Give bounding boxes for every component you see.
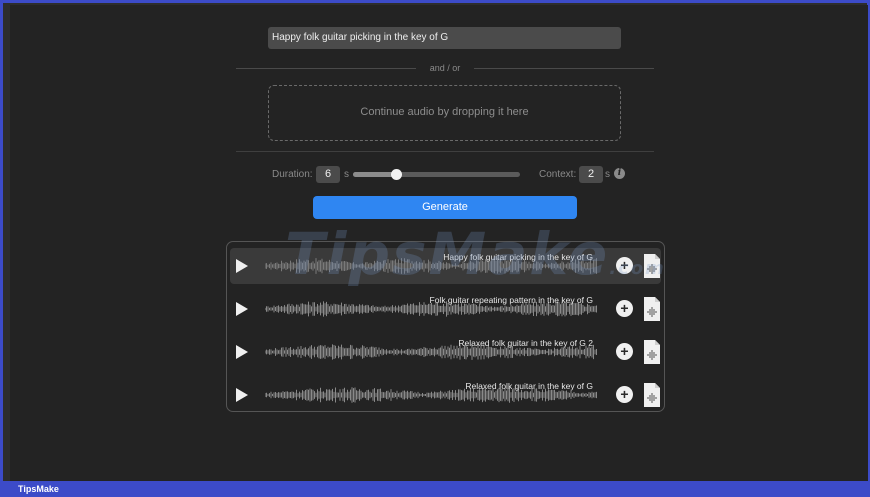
result-title: Relaxed folk guitar in the key of G 2: [458, 338, 593, 348]
duration-slider[interactable]: [353, 169, 520, 180]
audio-file-icon[interactable]: [643, 339, 661, 365]
audio-file-icon[interactable]: [643, 382, 661, 408]
audio-dropzone[interactable]: Continue audio by dropping it here: [268, 85, 621, 141]
or-divider: and / or: [236, 61, 654, 75]
result-row[interactable]: Relaxed folk guitar in the key of G +: [230, 377, 661, 413]
plus-circle-icon[interactable]: +: [616, 343, 633, 360]
duration-value-field[interactable]: 6: [316, 166, 340, 183]
info-icon[interactable]: i: [614, 168, 625, 179]
plus-circle-icon[interactable]: +: [616, 300, 633, 317]
divider-label: and / or: [429, 63, 461, 73]
slider-knob[interactable]: [391, 169, 403, 180]
generation-controls: Duration: 6 s Context: 2 s i: [268, 165, 625, 185]
result-row[interactable]: Folk guitar repeating pattern in the key…: [230, 291, 661, 327]
play-icon[interactable]: [236, 388, 248, 402]
result-row[interactable]: Happy folk guitar picking in the key of …: [230, 248, 661, 284]
plus-circle-icon[interactable]: +: [616, 386, 633, 403]
duration-label: Duration:: [272, 169, 313, 180]
results-list: Happy folk guitar picking in the key of …: [226, 241, 665, 412]
audio-file-icon[interactable]: [643, 296, 661, 322]
audio-file-icon[interactable]: [643, 253, 661, 279]
section-separator: [236, 151, 654, 152]
generate-button[interactable]: Generate: [313, 196, 577, 219]
context-value-field[interactable]: 2: [579, 166, 603, 183]
slider-fill: [353, 172, 397, 177]
play-icon[interactable]: [236, 302, 248, 316]
result-title: Folk guitar repeating pattern in the key…: [429, 295, 593, 305]
prompt-input[interactable]: [268, 27, 621, 49]
play-icon[interactable]: [236, 345, 248, 359]
play-icon[interactable]: [236, 259, 248, 273]
result-row[interactable]: Relaxed folk guitar in the key of G 2 +: [230, 334, 661, 370]
plus-circle-icon[interactable]: +: [616, 257, 633, 274]
context-label: Context:: [539, 169, 577, 180]
duration-unit: s: [344, 169, 349, 180]
result-title: Relaxed folk guitar in the key of G: [465, 381, 593, 391]
context-unit: s: [605, 169, 610, 180]
result-title: Happy folk guitar picking in the key of …: [443, 252, 593, 262]
footer-brand: TipsMake: [0, 481, 870, 497]
app-window: and / or Continue audio by dropping it h…: [10, 5, 868, 481]
